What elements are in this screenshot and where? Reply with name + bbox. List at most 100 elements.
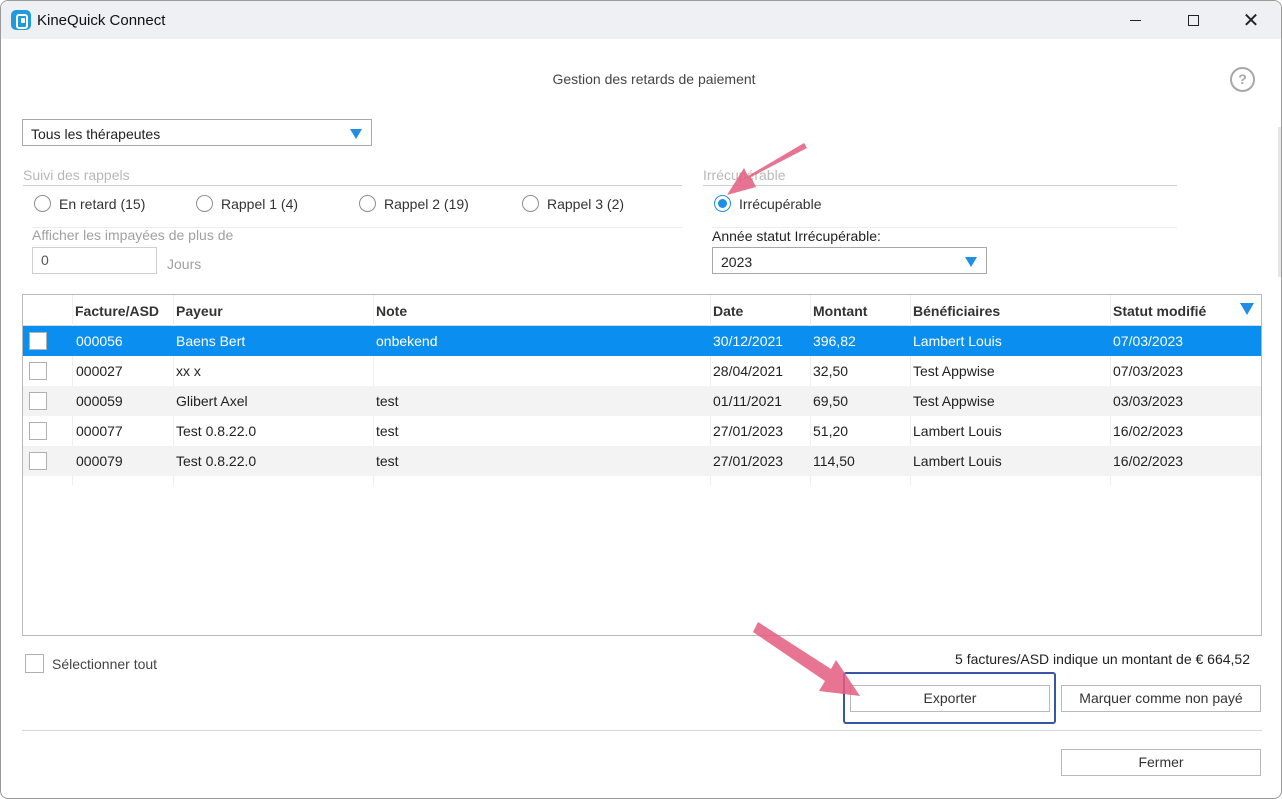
select-all-label: Sélectionner tout <box>52 655 158 672</box>
cell-montant: 114,50 <box>813 453 855 469</box>
select-all-checkbox[interactable]: Sélectionner tout <box>25 654 157 673</box>
cell-payeur: Test 0.8.22.0 <box>176 423 257 439</box>
header-payeur[interactable]: Payeur <box>176 303 223 319</box>
cell-date: 30/12/2021 <box>713 333 784 349</box>
cell-beneficiaire: Lambert Louis <box>913 423 1002 439</box>
table-row[interactable]: 000027 xx x 28/04/2021 32,50 Test Appwis… <box>23 356 1261 386</box>
cell-beneficiaire: Lambert Louis <box>913 453 1002 469</box>
irrecoverable-label: Irrécupérable <box>739 195 822 212</box>
minimize-icon <box>1129 19 1141 21</box>
table-row[interactable]: 000056 Baens Bert onbekend 30/12/2021 39… <box>23 326 1261 356</box>
radio-button <box>196 195 213 212</box>
radio-button <box>359 195 376 212</box>
year-select-value: 2023 <box>721 254 753 270</box>
cell-facture: 000059 <box>76 393 123 409</box>
header-beneficiaires[interactable]: Bénéficiaires <box>913 303 1000 319</box>
cell-date: 27/01/2023 <box>713 453 784 469</box>
reminder-1-radio[interactable]: Rappel 1 (4) <box>196 195 298 212</box>
reminders-group-title: Suivi des rappels <box>23 167 130 183</box>
cell-facture: 000056 <box>76 333 123 349</box>
cell-montant: 51,20 <box>813 423 849 439</box>
irrecoverable-group-title: Irrécupérable <box>703 167 786 183</box>
table-row[interactable]: 000077 Test 0.8.22.0 test 27/01/2023 51,… <box>23 416 1261 446</box>
cell-payeur: Test 0.8.22.0 <box>176 453 257 469</box>
cell-payeur: xx x <box>176 363 201 379</box>
therapist-select[interactable]: Tous les thérapeutes <box>22 119 372 146</box>
title-bar: KineQuick Connect ✕ <box>1 1 1281 39</box>
header-date[interactable]: Date <box>713 303 743 319</box>
close-button[interactable]: Fermer <box>1061 749 1261 776</box>
cell-statut: 07/03/2023 <box>1113 363 1184 379</box>
column-menu-icon[interactable] <box>1240 303 1254 315</box>
close-window-button[interactable]: ✕ <box>1222 1 1280 39</box>
summary-text: 5 factures/ASD indique un montant de € 6… <box>955 651 1250 667</box>
maximize-icon <box>1187 14 1199 26</box>
cell-statut: 16/02/2023 <box>1113 423 1184 439</box>
cell-note: test <box>376 453 399 469</box>
cell-facture: 000027 <box>76 363 123 379</box>
cell-payeur: Baens Bert <box>176 333 246 349</box>
irrecoverable-group-divider <box>703 185 1177 186</box>
cell-date: 27/01/2023 <box>713 423 784 439</box>
table-row[interactable]: 000079 Test 0.8.22.0 test 27/01/2023 114… <box>23 446 1261 476</box>
row-checkbox[interactable] <box>29 422 47 440</box>
radio-button <box>34 195 51 212</box>
cell-statut: 16/02/2023 <box>1113 453 1184 469</box>
cell-payeur: Glibert Axel <box>176 393 248 409</box>
cell-note: onbekend <box>376 333 438 349</box>
invoice-table: Facture/ASD Payeur Note Date Montant Bén… <box>22 294 1262 636</box>
cell-beneficiaire: Lambert Louis <box>913 333 1002 349</box>
page-heading: Gestion des retards de paiement <box>552 71 756 87</box>
row-checkbox[interactable] <box>29 362 47 380</box>
reminders-group-divider <box>23 185 682 186</box>
cell-note: test <box>376 393 399 409</box>
cell-date: 28/04/2021 <box>713 363 784 379</box>
unpaid-days-input[interactable]: 0 <box>32 247 157 274</box>
checkbox-icon <box>25 654 44 673</box>
year-status-label: Année statut Irrécupérable: <box>712 228 881 244</box>
minimize-button[interactable] <box>1106 1 1164 39</box>
radio-button <box>522 195 539 212</box>
cell-facture: 000079 <box>76 453 123 469</box>
window-edge-scroll-hint <box>1278 127 1281 277</box>
window-title: KineQuick Connect <box>37 12 166 29</box>
cell-beneficiaire: Test Appwise <box>913 363 995 379</box>
header-facture[interactable]: Facture/ASD <box>75 303 159 319</box>
reminder-1-label: Rappel 1 (4) <box>221 195 299 212</box>
header-montant[interactable]: Montant <box>813 303 867 319</box>
cell-note: test <box>376 423 399 439</box>
header-note[interactable]: Note <box>376 303 407 319</box>
cell-statut: 07/03/2023 <box>1113 333 1184 349</box>
cell-facture: 000077 <box>76 423 123 439</box>
row-checkbox[interactable] <box>29 332 47 350</box>
maximize-button[interactable] <box>1164 1 1222 39</box>
reminder-late-radio[interactable]: En retard (15) <box>34 195 145 212</box>
row-checkbox[interactable] <box>29 392 47 410</box>
export-button[interactable]: Exporter <box>850 685 1050 712</box>
cell-montant: 69,50 <box>813 393 849 409</box>
cell-beneficiaire: Test Appwise <box>913 393 995 409</box>
close-icon: ✕ <box>1242 8 1260 32</box>
reminder-2-radio[interactable]: Rappel 2 (19) <box>359 195 469 212</box>
cell-montant: 32,50 <box>813 363 849 379</box>
year-select[interactable]: 2023 <box>712 247 987 274</box>
header-statut-modifie[interactable]: Statut modifié <box>1113 303 1206 319</box>
irrecoverable-radio[interactable]: Irrécupérable <box>714 195 822 212</box>
unpaid-threshold-label: Afficher les impayées de plus de <box>32 227 234 243</box>
table-row[interactable]: 000059 Glibert Axel test 01/11/2021 69,5… <box>23 386 1261 416</box>
reminder-3-label: Rappel 3 (2) <box>547 195 625 212</box>
reminder-2-label: Rappel 2 (19) <box>384 195 469 212</box>
selected-radio-button <box>714 195 731 212</box>
cell-date: 01/11/2021 <box>713 393 783 409</box>
row-checkbox[interactable] <box>29 452 47 470</box>
footer-divider <box>22 730 1262 731</box>
main-window: KineQuick Connect ✕ Gestion des retards … <box>0 0 1282 799</box>
dropdown-arrow-icon <box>350 129 362 139</box>
reminder-3-radio[interactable]: Rappel 3 (2) <box>522 195 624 212</box>
reminder-late-label: En retard (15) <box>59 195 146 212</box>
help-icon[interactable]: ? <box>1230 67 1255 92</box>
mark-unpaid-button[interactable]: Marquer comme non payé <box>1061 685 1261 712</box>
dropdown-arrow-icon <box>965 257 977 267</box>
days-unit-label: Jours <box>167 256 202 272</box>
cell-statut: 03/03/2023 <box>1113 393 1184 409</box>
